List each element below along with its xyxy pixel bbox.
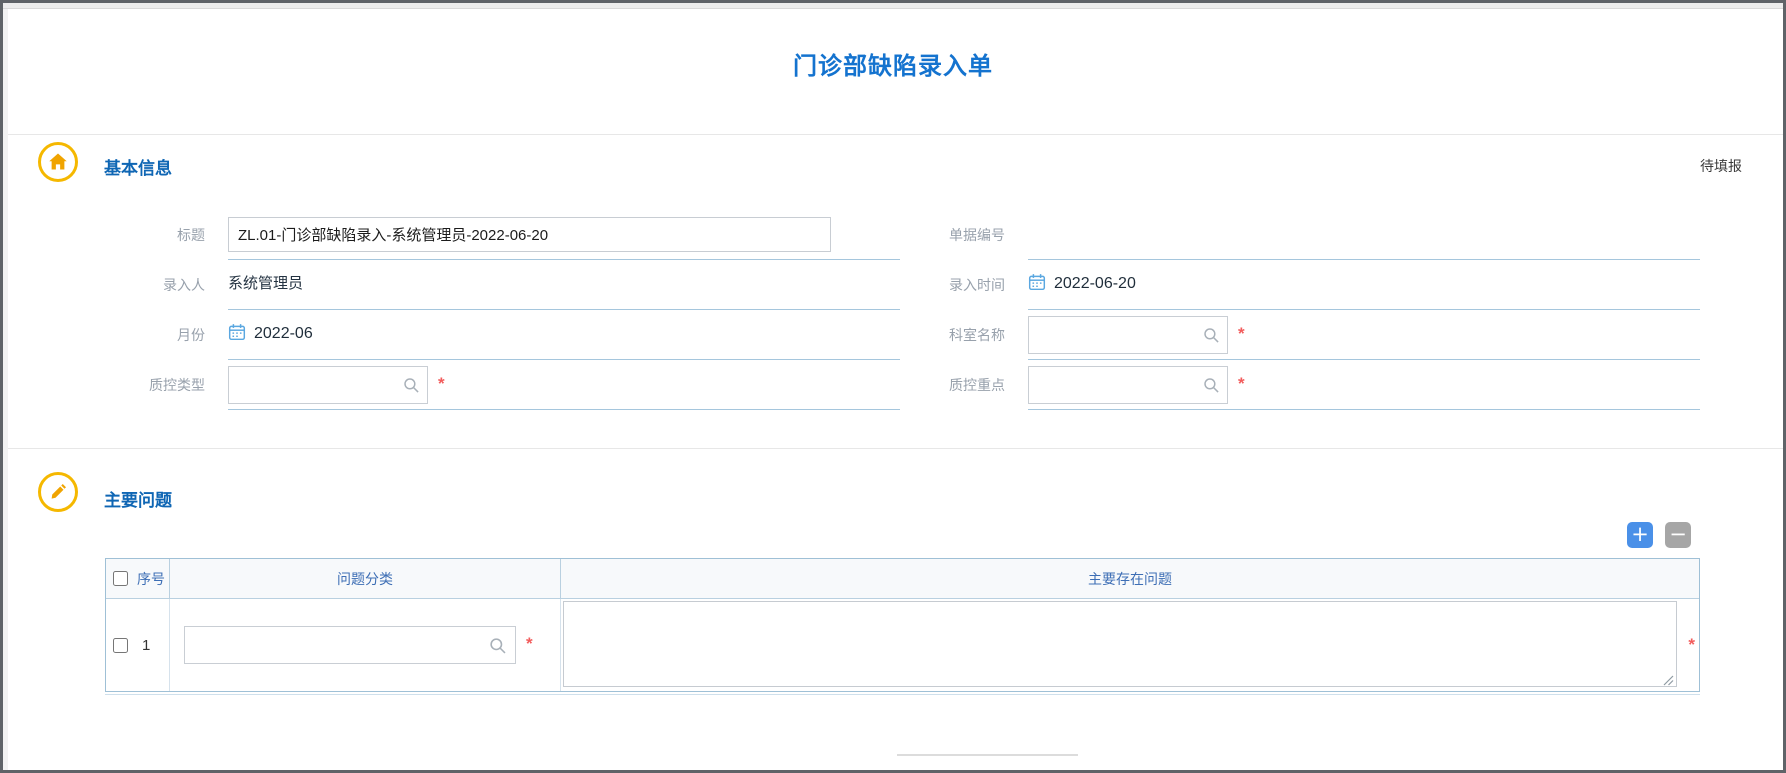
dept-name-value-area: * <box>1028 310 1700 360</box>
required-marker: * <box>1688 635 1695 654</box>
field-label-dept-name: 科室名称 <box>949 327 1005 343</box>
field-label-doc-no: 单据编号 <box>949 227 1005 243</box>
field-label-qc-focus: 质控重点 <box>949 377 1005 393</box>
qc-focus-value-area: * <box>1028 360 1700 410</box>
issues-textarea[interactable] <box>563 601 1677 687</box>
dept-name-search-input[interactable] <box>1028 316 1228 354</box>
header-category: 问题分类 <box>170 559 561 598</box>
field-label-month: 月份 <box>177 327 205 343</box>
header-index: 序号 <box>137 570 165 587</box>
qc-type-search-input[interactable] <box>228 366 428 404</box>
collapsed-panel-edge <box>897 754 1078 756</box>
add-row-button[interactable]: + <box>1627 522 1653 548</box>
section-title-basic-info: 基本信息 <box>104 159 172 178</box>
entry-time-field[interactable]: 2022-06-20 <box>1028 260 1700 310</box>
search-icon <box>1203 377 1220 399</box>
field-label-entry-time: 录入时间 <box>949 277 1005 293</box>
entry-time-text: 2022-06-20 <box>1054 275 1136 292</box>
resize-grip-icon[interactable] <box>1663 673 1674 691</box>
pencil-icon <box>38 472 78 512</box>
row-index: 1 <box>142 636 151 654</box>
table-bottom-line <box>105 694 1700 695</box>
search-icon <box>489 637 507 660</box>
section-title-main-problems: 主要问题 <box>104 491 172 510</box>
status-badge: 待填报 <box>1700 158 1742 174</box>
title-input[interactable] <box>228 217 831 252</box>
search-icon <box>1203 327 1220 349</box>
required-marker: * <box>1238 324 1245 343</box>
section-divider <box>3 448 1783 449</box>
section-divider <box>3 134 1783 135</box>
select-all-checkbox[interactable] <box>113 571 128 586</box>
table-header-row: 序号 问题分类 主要存在问题 <box>106 559 1699 599</box>
month-text: 2022-06 <box>254 325 313 342</box>
field-label-qc-type: 质控类型 <box>149 377 205 393</box>
field-label-entered-by: 录入人 <box>163 277 205 293</box>
required-marker: * <box>438 374 445 393</box>
required-marker: * <box>1238 374 1245 393</box>
problems-table: 序号 问题分类 主要存在问题 1 * * <box>105 558 1700 692</box>
required-marker: * <box>526 634 533 653</box>
category-search-input[interactable] <box>184 626 516 664</box>
form-window: 门诊部缺陷录入单 基本信息 待填报 标题 单据编号 录入人 系统管理员 录入时间 <box>0 0 1786 773</box>
home-icon <box>38 142 78 182</box>
calendar-icon <box>228 323 246 346</box>
window-frame-left <box>3 9 8 770</box>
doc-no-value <box>1028 210 1700 260</box>
qc-focus-search-input[interactable] <box>1028 366 1228 404</box>
search-icon <box>403 377 420 399</box>
header-issues: 主要存在问题 <box>1088 570 1172 587</box>
entered-by-text: 系统管理员 <box>228 275 304 292</box>
calendar-icon <box>1028 273 1046 296</box>
window-frame-top <box>3 3 1783 9</box>
table-row: 1 * * <box>106 599 1699 691</box>
page-title: 门诊部缺陷录入单 <box>793 53 993 80</box>
remove-row-button[interactable]: − <box>1665 522 1691 548</box>
row-checkbox[interactable] <box>113 637 128 653</box>
field-label-title: 标题 <box>177 227 205 243</box>
